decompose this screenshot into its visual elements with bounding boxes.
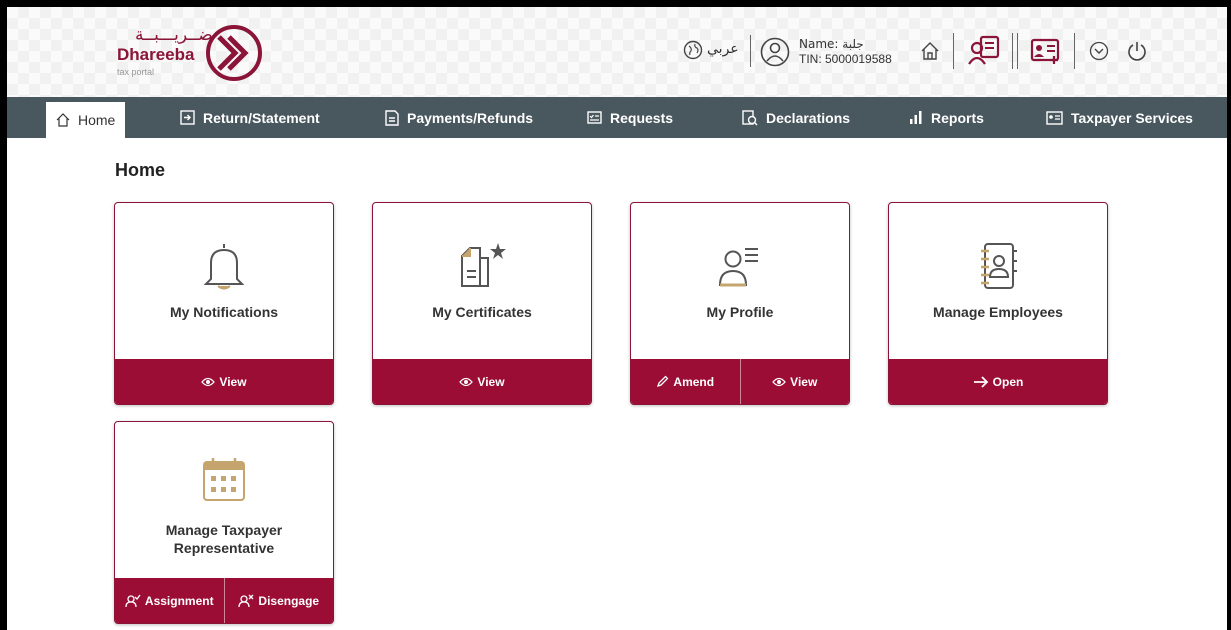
button-label: Assignment: [144, 593, 214, 608]
disengage-button[interactable]: Disengage: [223, 578, 334, 623]
home-icon: [56, 113, 70, 127]
eye-icon: [459, 377, 474, 386]
address-book-icon: [981, 243, 1017, 289]
dhareeba-logo[interactable]: ضــريـــبــة Dhareeba tax portal: [113, 25, 273, 83]
button-label: Disengage: [258, 593, 320, 608]
logo-arabic-text: ضــريـــبــة: [135, 25, 213, 45]
card-manage-taxpayer-representative: Manage Taxpayer Representative Assignmen…: [114, 421, 334, 624]
button-label: View: [477, 374, 505, 389]
card-title: My Profile: [706, 304, 774, 320]
card-title: My Certificates: [432, 304, 532, 320]
eye-icon: [201, 377, 216, 386]
requests-icon: [587, 111, 602, 124]
card-my-certificates: My Certificates View: [372, 202, 592, 405]
certificate-icon: [461, 243, 506, 287]
chevron-down-icon[interactable]: [1089, 41, 1109, 61]
nav-return-statement[interactable]: Return/Statement: [180, 97, 320, 138]
nav-payments-label: Payments/Refunds: [407, 109, 534, 126]
declarations-icon: [742, 109, 758, 125]
button-label: Amend: [673, 374, 715, 389]
return-icon: [180, 110, 195, 125]
card-manage-employees: Manage Employees Open: [888, 202, 1108, 405]
user-remove-icon: [238, 594, 254, 607]
language-switch[interactable]: عربي: [707, 41, 739, 57]
open-employees-button[interactable]: Open: [889, 359, 1107, 404]
assignment-button[interactable]: Assignment: [115, 578, 224, 623]
header: ضــريـــبــة Dhareeba tax portal عربي Na…: [7, 7, 1227, 97]
card-title: My Notifications: [169, 304, 279, 320]
calendar-icon: [203, 458, 245, 501]
user-name: Name: جلبة: [799, 37, 864, 51]
card-title-line: Representative: [173, 540, 275, 556]
nav-taxpayer-services[interactable]: Taxpayer Services: [1046, 97, 1193, 138]
user-tin: TIN: 5000019588: [799, 52, 892, 66]
nav-declarations[interactable]: Declarations: [742, 97, 850, 138]
card-title: Manage Employees: [933, 304, 1063, 320]
header-divider: [953, 33, 954, 69]
payments-icon: [385, 109, 399, 126]
button-label: View: [790, 374, 818, 389]
logo-subtitle: tax portal: [117, 67, 155, 77]
header-divider: [1012, 33, 1013, 69]
nav-return-label: Return/Statement: [203, 109, 320, 126]
power-icon[interactable]: [1126, 40, 1148, 62]
user-icon: [760, 37, 790, 67]
card-footer: View: [115, 359, 333, 404]
taxpayer-card-icon: [1046, 110, 1063, 125]
header-divider: [1074, 33, 1075, 69]
card-title: Manage Taxpayer Representative: [115, 521, 333, 557]
pencil-icon: [657, 375, 669, 388]
page-title: Home: [115, 160, 166, 180]
header-divider: [750, 35, 751, 67]
card-footer: Assignment Disengage: [115, 578, 333, 623]
nav-requests-label: Requests: [610, 109, 674, 126]
amend-profile-button[interactable]: Amend: [631, 359, 740, 404]
arrow-right-icon: [973, 375, 988, 388]
card-title-line: Manage Taxpayer: [165, 522, 283, 538]
view-profile-button[interactable]: View: [739, 359, 850, 404]
card-footer: View: [373, 359, 591, 404]
logo-name: Dhareeba: [117, 45, 195, 64]
card-footer: Amend View: [631, 359, 849, 404]
globe-icon[interactable]: [683, 40, 703, 60]
button-label: Open: [992, 374, 1024, 389]
view-certificates-button[interactable]: View: [373, 359, 591, 404]
card-footer: Open: [889, 359, 1107, 404]
nav-reports-label: Reports: [931, 109, 984, 126]
user-check-icon: [125, 594, 141, 607]
id-card-add-icon[interactable]: [1030, 37, 1062, 65]
header-divider: [1017, 33, 1018, 69]
card-my-notifications: My Notifications View: [114, 202, 334, 405]
nav-payments-refunds[interactable]: Payments/Refunds: [385, 97, 533, 138]
profile-icon: [718, 248, 758, 287]
main-nav: Home Return/Statement Payments/Refunds R…: [7, 97, 1227, 138]
nav-home-label: Home: [78, 112, 116, 128]
user-profile-card-icon[interactable]: [967, 34, 1001, 68]
nav-home[interactable]: Home: [46, 102, 126, 138]
bar-chart-icon: [910, 111, 922, 124]
button-label: View: [219, 374, 247, 389]
app-frame: ضــريـــبــة Dhareeba tax portal عربي Na…: [7, 7, 1227, 630]
logo-chevron-icon: [206, 25, 262, 81]
card-my-profile: My Profile Amend View: [630, 202, 850, 405]
nav-taxpayer-label: Taxpayer Services: [1071, 109, 1193, 126]
eye-icon: [772, 377, 787, 386]
nav-requests[interactable]: Requests: [587, 97, 673, 138]
nav-reports[interactable]: Reports: [909, 97, 984, 138]
view-notifications-button[interactable]: View: [115, 359, 333, 404]
nav-declarations-label: Declarations: [766, 109, 851, 126]
bell-icon: [203, 244, 245, 290]
home-icon[interactable]: [920, 41, 940, 61]
